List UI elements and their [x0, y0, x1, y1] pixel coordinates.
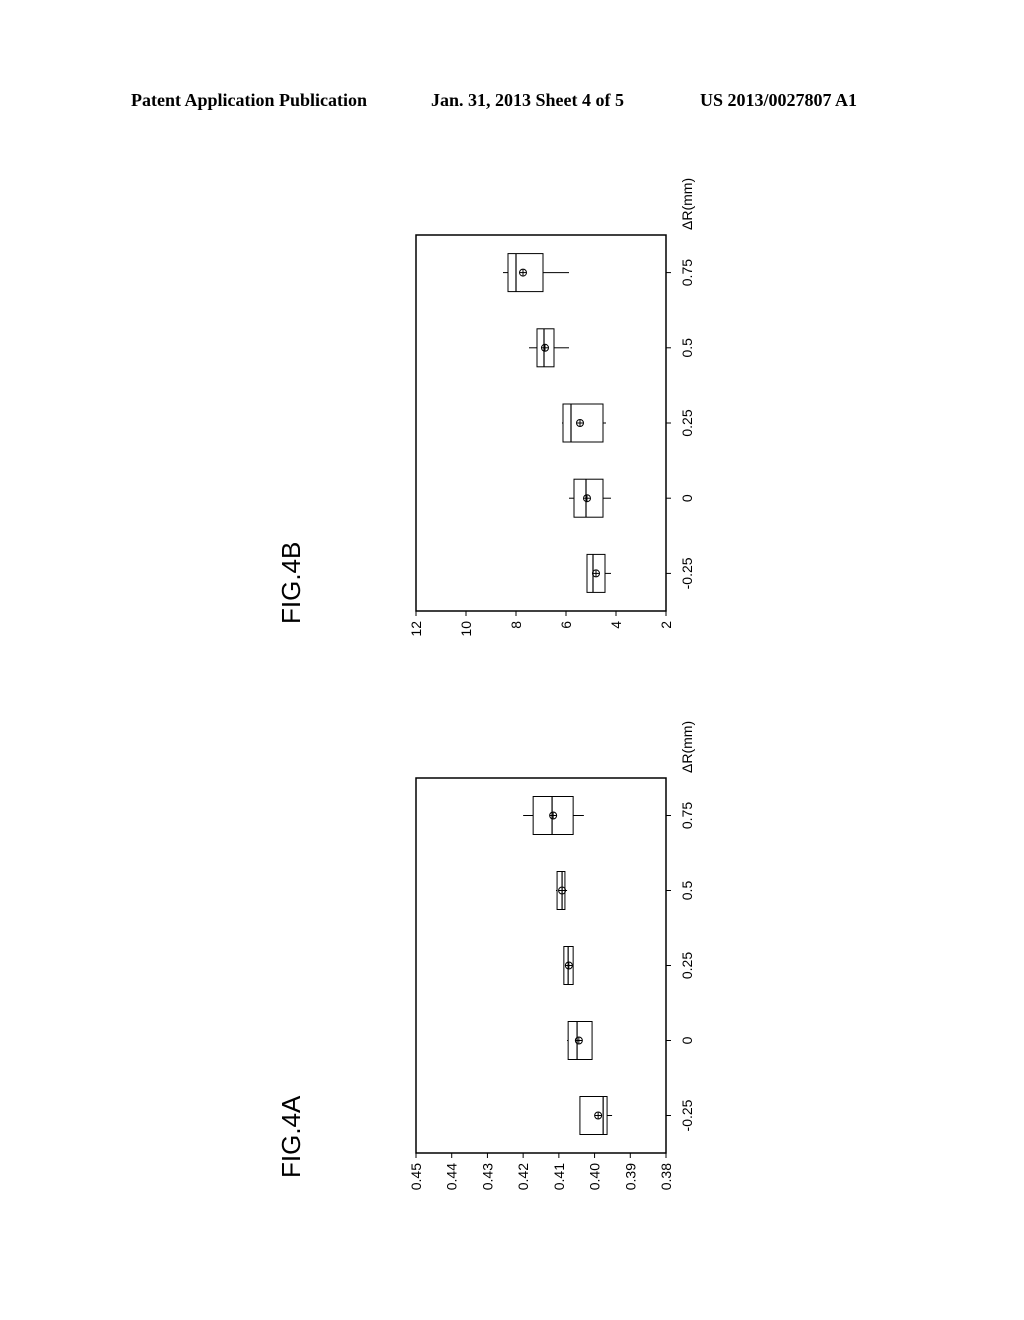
x-tick-label: -0.25 [679, 557, 695, 589]
box-plot-0 [567, 1021, 593, 1060]
y-tick-label: 0.43 [479, 1163, 495, 1190]
box-plot-0.25 [563, 946, 574, 985]
y-tick-label: 4 [608, 621, 624, 629]
y-tick-label: 0.39 [622, 1163, 638, 1190]
box-plot-0.5 [529, 328, 569, 368]
y-tick-label: 12 [408, 621, 424, 637]
x-tick-label: -0.25 [679, 1099, 695, 1131]
y-tick-label: 6 [558, 621, 574, 629]
x-tick-label: 0.25 [679, 952, 695, 979]
charts-canvas: 0.38 0.39 0.40 0.41 0.42 0.43 0.44 0.45 -0.25 0 0.… [408, 178, 695, 1190]
fig4b-chart: 2 4 6 8 10 12 -0.25 0 0.25 0.5 0.75 ΔR(mm) [408, 178, 695, 637]
fig4a-chart: 0.38 0.39 0.40 0.41 0.42 0.43 0.44 0.45 -0.25 0 0.… [408, 721, 695, 1190]
y-tick-label: 0.42 [515, 1163, 531, 1190]
x-tick-label: 0.25 [679, 409, 695, 436]
box-plot--0.25 [586, 553, 611, 593]
box-plot-0 [569, 478, 611, 518]
y-tick-label: 2 [658, 621, 674, 629]
x-tick-label: 0.75 [679, 259, 695, 286]
y-tick-label: 8 [508, 621, 524, 629]
x-tick-label: 0.5 [679, 881, 695, 901]
box-plot-0.25 [562, 403, 606, 443]
y-tick-label: 0.41 [551, 1163, 567, 1190]
box-plot--0.25 [579, 1096, 613, 1135]
y-tick-label: 0.44 [444, 1163, 460, 1190]
x-tick-label: 0 [679, 494, 695, 502]
box-plot-0.75 [503, 253, 569, 293]
x-tick-label: 0.5 [679, 338, 695, 358]
y-tick-label: 0.40 [587, 1163, 603, 1190]
box-plot-0.5 [556, 871, 568, 910]
x-tick-label: 0 [679, 1036, 695, 1044]
y-tick-label: 10 [458, 621, 474, 637]
x-axis-label: ΔR(mm) [679, 178, 695, 230]
y-tick-label: 0.45 [408, 1163, 424, 1190]
x-tick-label: 0.75 [679, 802, 695, 829]
y-tick-label: 0.38 [658, 1163, 674, 1190]
x-axis-label: ΔR(mm) [679, 721, 695, 773]
box-plot-0.75 [523, 796, 584, 835]
